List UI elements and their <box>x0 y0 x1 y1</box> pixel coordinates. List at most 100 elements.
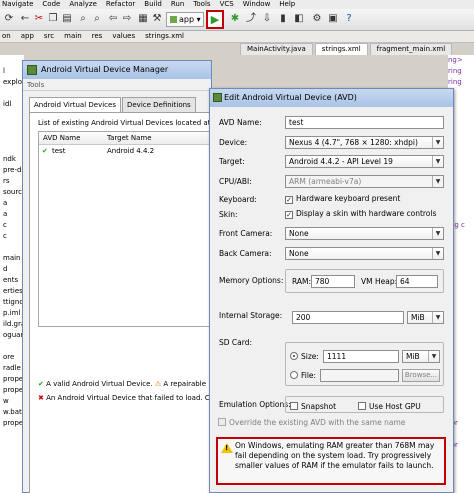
forward-icon[interactable]: ⇨ <box>120 12 134 26</box>
back-camera-select[interactable]: None ▼ <box>285 247 444 260</box>
avd-name-field[interactable]: test <box>285 116 444 129</box>
skin-checkbox[interactable]: ✓ Display a skin with hardware controls <box>285 209 436 219</box>
tree-item[interactable]: a <box>0 198 24 209</box>
breadcrumb-item[interactable]: app <box>21 32 34 40</box>
target-select[interactable]: Android 4.4.2 - API Level 19 ▼ <box>285 155 444 168</box>
find-icon[interactable]: ⌕ <box>76 12 90 26</box>
cpu-select[interactable]: ARM (armeabi-v7a) ▼ <box>285 175 444 188</box>
back-icon[interactable]: ⇦ <box>106 12 120 26</box>
debug-icon[interactable]: ✱ <box>228 12 242 26</box>
table-row[interactable]: ✔ test Android 4.4.2 <box>39 145 213 158</box>
sd-size-field[interactable]: 1111 <box>323 350 399 363</box>
structure-icon[interactable]: ▣ <box>326 12 340 26</box>
tree-item[interactable] <box>0 121 24 132</box>
breadcrumb-item[interactable]: strings.xml <box>145 32 184 40</box>
breadcrumb-item[interactable]: values <box>112 32 135 40</box>
menu-item[interactable]: Navigate <box>2 0 33 9</box>
tree-item[interactable]: ild.gradle <box>0 319 24 330</box>
sd-size-radio[interactable]: Size: <box>290 352 319 362</box>
breadcrumb-item[interactable]: on <box>2 32 11 40</box>
menu-item[interactable]: Help <box>279 0 295 9</box>
sync-icon[interactable]: ⟳ <box>2 12 16 26</box>
breadcrumb-item[interactable]: src <box>44 32 54 40</box>
override-checkbox[interactable]: Override the existing AVD with the same … <box>218 418 405 428</box>
tab-device-definitions[interactable]: Device Definitions <box>121 97 196 113</box>
menu-item[interactable]: Refactor <box>106 0 135 9</box>
tree-item[interactable]: ttignore <box>0 297 24 308</box>
tree-item[interactable]: explo <box>0 77 24 88</box>
tree-item[interactable] <box>0 132 24 143</box>
tree-item[interactable]: ore <box>0 352 24 363</box>
front-camera-select[interactable]: None ▼ <box>285 227 444 240</box>
tree-item[interactable] <box>0 110 24 121</box>
editor-tab[interactable]: MainActivity.java <box>240 43 313 55</box>
tree-item[interactable]: c <box>0 220 24 231</box>
tree-item[interactable] <box>0 55 24 66</box>
run-config-select[interactable]: app ▾ <box>166 12 204 27</box>
column-avd-name[interactable]: AVD Name <box>43 132 80 144</box>
browse-button[interactable]: Browse... <box>402 369 440 382</box>
sd-size-unit-select[interactable]: MiB ▼ <box>402 350 440 363</box>
avd-manager-menu[interactable]: Tools <box>23 79 211 91</box>
tab-android-virtual-devices[interactable]: Android Virtual Devices <box>29 97 121 113</box>
tree-item[interactable]: p.iml <box>0 308 24 319</box>
internal-storage-unit-select[interactable]: MiB ▼ <box>407 311 444 324</box>
menu-item[interactable]: VCS <box>220 0 234 9</box>
tree-item[interactable]: oguard-rules.txt <box>0 330 24 341</box>
tree-item[interactable]: w.bat <box>0 407 24 418</box>
column-target-name[interactable]: Target Name <box>107 132 152 144</box>
build-icon[interactable]: ⚒ <box>150 12 164 26</box>
sd-file-field[interactable] <box>320 369 399 382</box>
tree-item[interactable]: erties <box>0 286 24 297</box>
run-button[interactable]: ▶ <box>206 10 224 29</box>
tree-item[interactable]: radle <box>0 363 24 374</box>
tree-item[interactable]: idl <box>0 99 24 110</box>
sdk-manager-icon[interactable]: ⇩ <box>260 12 274 26</box>
cut-icon[interactable]: ✂ <box>32 12 46 26</box>
tree-item[interactable]: properties <box>0 374 24 385</box>
vm-heap-field[interactable]: 64 <box>396 275 438 288</box>
copy-icon[interactable]: ❐ <box>46 12 60 26</box>
tree-item[interactable]: c <box>0 231 24 242</box>
menu-item[interactable]: Run <box>171 0 184 9</box>
tree-item[interactable]: properties <box>0 418 24 429</box>
tree-item[interactable]: pre-d <box>0 165 24 176</box>
tree-item[interactable]: main <box>0 253 24 264</box>
help-icon[interactable]: ? <box>342 12 356 26</box>
tree-item[interactable]: properties <box>0 385 24 396</box>
avd-manager-icon[interactable]: ▮ <box>276 12 290 26</box>
replace-icon[interactable]: ⌕ <box>90 12 104 26</box>
menu-item[interactable]: Build <box>144 0 162 9</box>
tree-item[interactable]: rs <box>0 176 24 187</box>
arrow-left-icon[interactable]: ← <box>18 12 32 26</box>
editor-tab[interactable]: fragment_main.xml <box>369 43 453 55</box>
tree-item[interactable]: l <box>0 66 24 77</box>
settings-icon[interactable]: ⚙ <box>310 12 324 26</box>
menu-item[interactable]: Window <box>243 0 271 9</box>
sd-file-radio[interactable]: File: <box>290 371 316 381</box>
monitor-icon[interactable]: ◧ <box>292 12 306 26</box>
tree-item[interactable] <box>0 143 24 154</box>
menu-item[interactable]: Analyze <box>69 0 97 9</box>
tree-item[interactable]: d <box>0 264 24 275</box>
tree-item[interactable]: ents <box>0 275 24 286</box>
tree-item[interactable] <box>0 341 24 352</box>
tree-item[interactable]: sourc <box>0 187 24 198</box>
menu-item[interactable]: Tools <box>193 0 210 9</box>
make-icon[interactable]: ▦ <box>136 12 150 26</box>
keyboard-checkbox[interactable]: ✓ Hardware keyboard present <box>285 194 400 204</box>
menu-item[interactable]: Code <box>42 0 60 9</box>
tree-item[interactable] <box>0 88 24 99</box>
attach-icon[interactable]: ⤴ <box>244 12 258 26</box>
tree-item[interactable]: a <box>0 209 24 220</box>
editor-tab[interactable]: strings.xml <box>314 43 368 55</box>
tree-item[interactable] <box>0 242 24 253</box>
paste-icon[interactable]: ▤ <box>60 12 74 26</box>
snapshot-checkbox[interactable]: Snapshot <box>290 402 336 412</box>
internal-storage-field[interactable]: 200 <box>292 311 404 324</box>
tree-item[interactable]: ndk <box>0 154 24 165</box>
ram-field[interactable]: 780 <box>311 275 355 288</box>
tree-item[interactable]: w <box>0 396 24 407</box>
host-gpu-checkbox[interactable]: Use Host GPU <box>358 402 421 412</box>
breadcrumb-item[interactable]: res <box>92 32 103 40</box>
